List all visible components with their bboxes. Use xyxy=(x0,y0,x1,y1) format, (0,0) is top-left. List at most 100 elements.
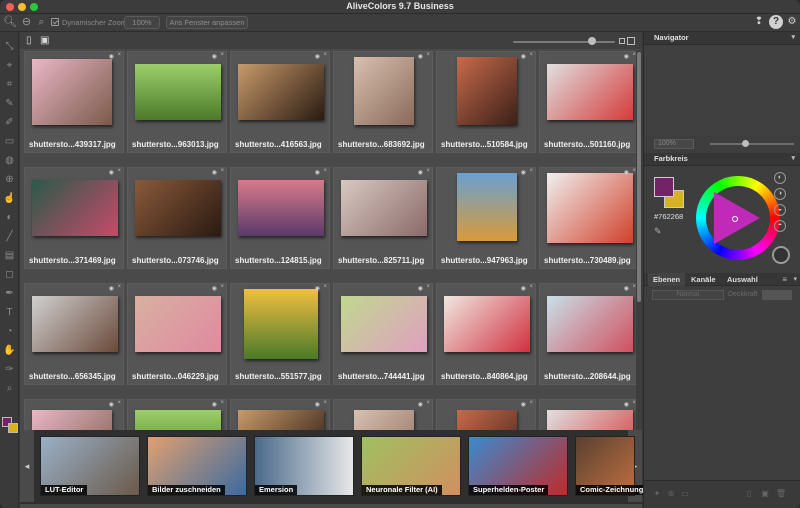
close-icon[interactable]: × xyxy=(529,400,533,406)
preview-eye-icon[interactable]: ◉ xyxy=(212,285,217,292)
close-icon[interactable]: × xyxy=(529,284,533,290)
thumbnail-cell[interactable]: ◉ × shuttersto...730489.jpg xyxy=(539,167,639,269)
preview-eye-icon[interactable]: ◉ xyxy=(418,285,423,292)
navigator-preview[interactable] xyxy=(644,46,800,136)
eraser-tool-icon[interactable]: ▭ xyxy=(3,135,16,148)
preview-eye-icon[interactable]: ◉ xyxy=(315,285,320,292)
thumbnail-cell[interactable]: ◉ × shuttersto...744441.jpg xyxy=(333,283,433,385)
color-picker-marker[interactable] xyxy=(732,216,738,222)
new-document-icon[interactable]: ▯ xyxy=(26,35,37,47)
settings-gear-icon[interactable]: ⚙ xyxy=(785,15,799,29)
thumbnail-cell[interactable]: ◉ × shuttersto...683692.jpg xyxy=(333,51,433,153)
close-icon[interactable]: × xyxy=(220,52,224,58)
open-folder-icon[interactable]: ▣ xyxy=(40,35,51,47)
preset-tile[interactable]: Neuronale Filter (AI) xyxy=(361,436,461,496)
wheel-mode-icon[interactable]: ◐ xyxy=(774,172,786,184)
help-icon[interactable]: ? xyxy=(769,15,783,29)
thumbnail-image[interactable] xyxy=(32,59,112,125)
trash-icon[interactable]: 🗑︎ xyxy=(776,489,786,499)
clone-tool-icon[interactable]: ⊕ xyxy=(3,173,16,186)
background-color-swatch[interactable] xyxy=(8,423,18,433)
thumbnail-image[interactable] xyxy=(341,180,427,236)
thumbnail-image[interactable] xyxy=(547,296,633,352)
opacity-field[interactable] xyxy=(762,290,792,300)
thumbnail-image[interactable] xyxy=(238,64,324,120)
preview-eye-icon[interactable]: ◉ xyxy=(109,285,114,292)
dynamic-zoom-checkbox[interactable] xyxy=(51,18,59,26)
preview-eye-icon[interactable]: ◉ xyxy=(521,285,526,292)
tab-selection[interactable]: Auswahl xyxy=(722,273,763,286)
thumbnail-cell[interactable]: ◉ × shuttersto...840864.jpg xyxy=(436,283,536,385)
close-icon[interactable]: × xyxy=(426,400,430,406)
filmstrip-prev-button[interactable]: ◂ xyxy=(20,430,34,502)
close-icon[interactable]: × xyxy=(117,168,121,174)
thumbnail-cell[interactable]: ◉ × shuttersto...416563.jpg xyxy=(230,51,330,153)
close-icon[interactable]: × xyxy=(529,52,533,58)
close-icon[interactable]: × xyxy=(117,400,121,406)
chevron-down-icon[interactable]: ▾ xyxy=(791,32,795,44)
thumbnail-cell[interactable]: ◉ × shuttersto...656345.jpg xyxy=(24,283,124,385)
preset-tile[interactable]: Comic-Zeichnung xyxy=(575,436,648,496)
thumbnail-cell[interactable]: ◉ × shuttersto...551577.jpg xyxy=(230,283,330,385)
close-icon[interactable]: × xyxy=(220,168,224,174)
wheel-option-icon[interactable]: ◓ xyxy=(774,220,786,232)
thumbnail-image[interactable] xyxy=(457,57,517,125)
crop-tool-icon[interactable]: ⌗ xyxy=(3,78,16,91)
preview-eye-icon[interactable]: ◉ xyxy=(624,53,629,60)
blur-tool-icon[interactable]: ◔ xyxy=(3,325,16,338)
eyedropper-icon[interactable]: ✎ xyxy=(654,226,662,237)
thumbnail-image[interactable] xyxy=(135,64,221,120)
thumbnail-image[interactable] xyxy=(135,296,221,352)
preview-eye-icon[interactable]: ◉ xyxy=(418,53,423,60)
thumbnail-cell[interactable]: ◉ × shuttersto...825711.jpg xyxy=(333,167,433,269)
preview-eye-icon[interactable]: ◉ xyxy=(315,53,320,60)
thumbnail-cell[interactable]: ◉ × shuttersto...208644.jpg xyxy=(539,283,639,385)
pen-tool-icon[interactable]: ✒ xyxy=(3,287,16,300)
preview-eye-icon[interactable]: ◉ xyxy=(624,169,629,176)
close-icon[interactable]: × xyxy=(117,52,121,58)
thumbnail-size-slider[interactable] xyxy=(513,41,615,43)
link-icon[interactable]: ⊚ xyxy=(666,489,676,499)
preview-eye-icon[interactable]: ◉ xyxy=(109,401,114,408)
thumbnail-cell[interactable]: ◉ × shuttersto...124815.jpg xyxy=(230,167,330,269)
new-layer-icon[interactable]: ▯ xyxy=(744,489,754,499)
thumbnail-image[interactable] xyxy=(32,296,118,352)
vertical-scrollbar[interactable] xyxy=(636,50,642,446)
shape-tool-icon[interactable]: ◻ xyxy=(3,268,16,281)
eyedropper-tool-icon[interactable]: ✎ xyxy=(3,97,16,110)
preview-eye-icon[interactable]: ◉ xyxy=(418,169,423,176)
layers-list[interactable] xyxy=(644,304,800,480)
tab-layers[interactable]: Ebenen xyxy=(648,273,686,286)
preview-eye-icon[interactable]: ◉ xyxy=(212,53,217,60)
close-icon[interactable]: × xyxy=(117,284,121,290)
dodge-tool-icon[interactable]: ◐ xyxy=(3,211,16,224)
chevron-down-icon[interactable]: ▾ xyxy=(793,273,797,286)
preview-eye-icon[interactable]: ◉ xyxy=(521,169,526,176)
zoom-tool-icon[interactable]: ⌕ xyxy=(35,16,48,29)
preset-tile[interactable]: LUT-Editor xyxy=(40,436,140,496)
close-icon[interactable]: × xyxy=(529,168,533,174)
thumbnail-image[interactable] xyxy=(135,180,221,236)
preview-eye-icon[interactable]: ◉ xyxy=(109,169,114,176)
thumbnail-image[interactable] xyxy=(32,180,118,236)
thumbnail-image[interactable] xyxy=(457,173,517,241)
thumbnail-cell[interactable]: ◉ × shuttersto...371469.jpg xyxy=(24,167,124,269)
thumbnail-cell[interactable]: ◉ × shuttersto...439317.jpg xyxy=(24,51,124,153)
thumbnail-size-knob[interactable] xyxy=(588,37,596,45)
notifications-icon[interactable]: ❢ xyxy=(752,15,766,29)
group-icon[interactable]: ▭ xyxy=(680,489,690,499)
thumbnail-cell[interactable]: ◉ × shuttersto...073746.jpg xyxy=(127,167,227,269)
thumbnail-cell[interactable]: ◉ × shuttersto...510584.jpg xyxy=(436,51,536,153)
navigator-zoom-knob[interactable] xyxy=(742,140,749,147)
wheel-shape-icon[interactable]: ◒ xyxy=(774,204,786,216)
close-icon[interactable]: × xyxy=(323,400,327,406)
close-icon[interactable]: × xyxy=(323,284,327,290)
thumbnail-image[interactable] xyxy=(244,289,318,359)
close-icon[interactable]: × xyxy=(426,168,430,174)
preview-eye-icon[interactable]: ◉ xyxy=(624,401,629,408)
folder-icon[interactable]: ▣ xyxy=(760,489,770,499)
selection-tool-icon[interactable]: ⌖ xyxy=(3,59,16,72)
preview-eye-icon[interactable]: ◉ xyxy=(521,401,526,408)
foreground-color-chip[interactable] xyxy=(654,177,674,197)
preview-eye-icon[interactable]: ◉ xyxy=(521,53,526,60)
